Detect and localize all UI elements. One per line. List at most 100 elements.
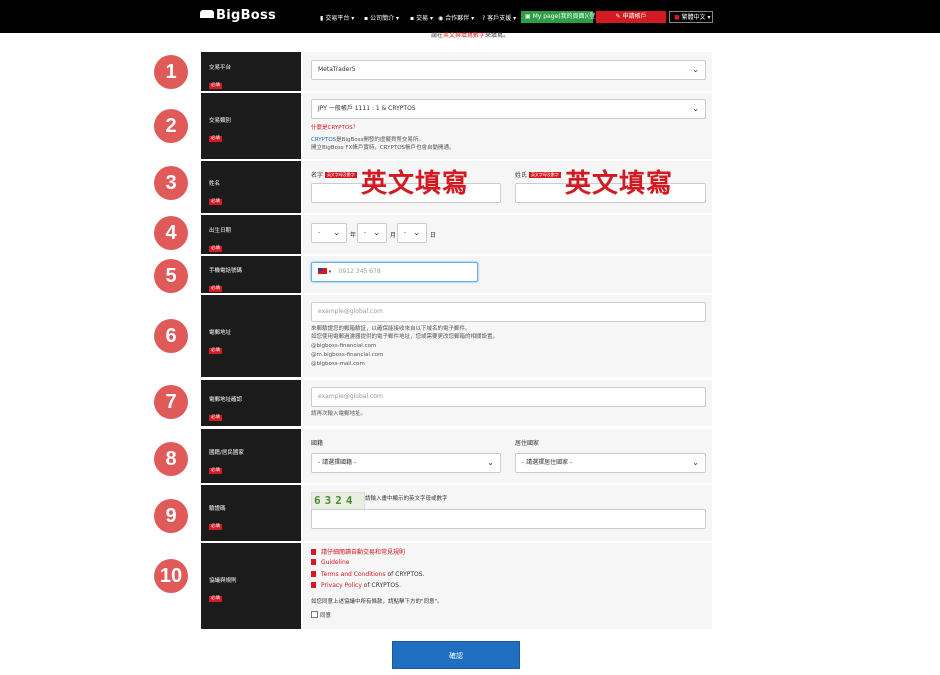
phone-field-cell: ▾ 0912 345 678 bbox=[303, 256, 712, 293]
account-type-label-cell: 交易類別 必填 bbox=[201, 93, 301, 159]
briefcase-icon: ▪ bbox=[410, 15, 415, 22]
flag-icon: ■ bbox=[674, 14, 680, 21]
required-badge: 必填 bbox=[209, 348, 222, 354]
email-input[interactable]: example@global.com bbox=[311, 302, 706, 322]
privacy-link[interactable]: Privacy Policy bbox=[321, 582, 362, 589]
name-field-cell: 名字 英文字母及數字 姓氏 英文字母及數字 英文填寫 英文填寫 bbox=[303, 161, 712, 213]
step-8-badge: 8 bbox=[154, 442, 188, 476]
email-domain-2: @m.bigboss-financial.com bbox=[311, 352, 384, 358]
nav-item-partners[interactable]: ◉ 合作夥伴 ▾ bbox=[438, 13, 474, 22]
step-6-badge: 6 bbox=[154, 319, 188, 353]
question-icon: ? bbox=[482, 15, 486, 22]
step-5-badge: 5 bbox=[154, 259, 188, 293]
cryptos-link[interactable]: CRYPTOS bbox=[311, 137, 336, 143]
terms-link[interactable]: Terms and Conditions bbox=[321, 571, 386, 578]
day-unit-label: 日 bbox=[430, 232, 437, 239]
nationality-label: 國籍 bbox=[311, 440, 324, 447]
step-1-badge: 1 bbox=[154, 55, 188, 89]
chevron-down-icon: ⌄ bbox=[333, 228, 340, 237]
phone-label-cell: 手機電話號碼 必填 bbox=[201, 256, 301, 293]
residence-select[interactable]: - 請選擇居住國家 - ⌄ bbox=[515, 453, 706, 473]
email-confirm-input[interactable]: example@global.com bbox=[311, 387, 706, 407]
step-10-badge: 10 bbox=[154, 559, 188, 593]
nationality-field-cell: 國籍 居住國家 - 請選擇國籍 - ⌄ - 請選擇居住國家 - ⌄ bbox=[303, 429, 712, 483]
account-type-select[interactable]: JPY 一般帳戶 1111 : 1 & CRYPTOS ⌄ bbox=[311, 99, 706, 119]
email-confirm-label-cell: 電郵地址確認 必填 bbox=[201, 380, 301, 426]
mypage-login-button[interactable]: ▣ My page(我的頁面)(登入) bbox=[521, 11, 604, 23]
chevron-down-icon: ⌄ bbox=[487, 458, 494, 467]
platform-select[interactable]: MetaTrader5 ⌄ bbox=[311, 60, 706, 80]
handshake-icon: ◉ bbox=[438, 15, 444, 22]
captcha-hint: 請輸入畫中顯示的英文字母或數字 bbox=[365, 496, 448, 502]
required-badge: 必填 bbox=[209, 286, 222, 292]
account-type-field-cell: JPY 一般帳戶 1111 : 1 & CRYPTOS ⌄ 什麼是CRYPTOS？… bbox=[303, 93, 712, 159]
lock-icon: ▣ bbox=[525, 13, 533, 20]
email-field-cell: example@global.com 來郵驗證您的郵箱驗証，以確保能接收來自以下… bbox=[303, 295, 712, 377]
required-badge: 必填 bbox=[209, 596, 222, 602]
last-name-label: 姓氏 英文字母及數字 bbox=[515, 172, 561, 179]
doc-item-guideline: Guideline bbox=[311, 559, 349, 566]
top-navbar: BigBoss ▮ 交易平台 ▾ ▪ 公司簡介 ▾ ▪ 交易 ▾ ◉ 合作夥伴 ▾ ? 客… bbox=[0, 0, 940, 33]
form-notice: 請在英文與填寫數字來填寫。 bbox=[430, 32, 510, 39]
nav-item-support[interactable]: ? 客戶支援 ▾ bbox=[482, 13, 516, 22]
chevron-down-icon: ⌄ bbox=[373, 228, 380, 237]
pdf-icon bbox=[311, 559, 316, 565]
required-badge: 必填 bbox=[209, 415, 222, 421]
nav-item-platform[interactable]: ▮ 交易平台 ▾ bbox=[320, 13, 354, 22]
nav-item-trade[interactable]: ▪ 交易 ▾ bbox=[410, 13, 433, 22]
bigboss-logo[interactable]: BigBoss bbox=[200, 8, 276, 23]
language-select[interactable]: ■ 繁體中文 ▾ bbox=[669, 11, 713, 23]
first-name-label: 名字 英文字母及數字 bbox=[311, 172, 357, 179]
email-label-cell: 電郵地址 必填 bbox=[201, 295, 301, 377]
nationality-select[interactable]: - 請選擇國籍 - ⌄ bbox=[311, 453, 501, 473]
email-confirm-note: 請再次輸入電郵地址。 bbox=[311, 411, 367, 417]
captcha-image: 6324 bbox=[311, 492, 365, 510]
rules-link[interactable]: 請仔細閱讀自動交易和常見規則 bbox=[321, 549, 405, 556]
logo-text: BigBoss bbox=[216, 8, 277, 23]
dob-label-cell: 出生日期 必填 bbox=[201, 215, 301, 254]
open-account-button[interactable]: ✎ 申請帳戶 bbox=[596, 11, 666, 23]
what-is-cryptos-link[interactable]: 什麼是CRYPTOS？ bbox=[311, 124, 358, 133]
country-flag-icon[interactable] bbox=[318, 268, 327, 274]
month-unit-label: 月 bbox=[390, 232, 397, 239]
chevron-down-icon: ⌄ bbox=[692, 104, 699, 113]
email-domain-1: @bigboss-financial.com bbox=[311, 343, 377, 349]
step-4-badge: 4 bbox=[154, 216, 188, 250]
dob-month-select[interactable]: - ⌄ bbox=[357, 223, 387, 243]
email-confirm-field-cell: example@global.com 請再次輸入電郵地址。 bbox=[303, 380, 712, 426]
platform-label-cell: 交易平台 必填 bbox=[201, 52, 301, 91]
email-note-2: 如您使用電郵過濾器提供的電子郵件地址，您或需要更改您郵箱的相關設置。 bbox=[311, 334, 499, 340]
agreements-label-cell: 協議與規則 必填 bbox=[201, 543, 301, 629]
agreement-note: 如您同意上述協議中所有條款，請點擊下方的"同意"。 bbox=[311, 599, 443, 605]
name-label-cell: 姓名 必填 bbox=[201, 161, 301, 213]
platform-field-cell: MetaTrader5 ⌄ bbox=[303, 52, 712, 91]
email-domain-3: @bigboss-mail.com bbox=[311, 361, 365, 367]
dob-day-select[interactable]: - ⌄ bbox=[397, 223, 427, 243]
required-badge: 必填 bbox=[209, 199, 222, 205]
step-3-badge: 3 bbox=[154, 166, 188, 200]
required-badge: 必填 bbox=[209, 246, 222, 252]
captcha-label-cell: 驗證碼 必填 bbox=[201, 485, 301, 541]
pdf-icon bbox=[311, 582, 316, 588]
agree-checkbox-row[interactable]: 同意 bbox=[311, 611, 331, 621]
dob-field-cell: - ⌄ 年 - ⌄ 月 - ⌄ 日 bbox=[303, 215, 712, 254]
captcha-input[interactable] bbox=[311, 509, 706, 529]
dob-year-select[interactable]: - ⌄ bbox=[311, 223, 347, 243]
submit-button[interactable]: 確認 bbox=[392, 641, 520, 669]
captcha-field-cell: 6324 請輸入畫中顯示的英文字母或數字 bbox=[303, 485, 712, 541]
hat-icon bbox=[200, 10, 214, 18]
nav-item-company[interactable]: ▪ 公司簡介 ▾ bbox=[364, 13, 399, 22]
phone-input[interactable]: ▾ 0912 345 678 bbox=[311, 262, 478, 282]
cryptos-info-line2: 開立BigBoss FX帳戶實時，CRYPTOS帳戶也會自動開通。 bbox=[311, 145, 455, 151]
guideline-link[interactable]: Guideline bbox=[321, 559, 349, 566]
step-9-badge: 9 bbox=[154, 499, 188, 533]
agree-checkbox[interactable] bbox=[311, 611, 318, 618]
required-badge: 必填 bbox=[209, 524, 222, 530]
chevron-down-icon: ⌄ bbox=[413, 228, 420, 237]
agreements-field-cell: 請仔細閱讀自動交易和常見規則 Guideline Terms and Condi… bbox=[303, 543, 712, 629]
doc-item-terms: Terms and Conditions of CRYPTOS. bbox=[311, 571, 425, 578]
step-7-badge: 7 bbox=[154, 385, 188, 419]
last-name-overlay-text: 英文填寫 bbox=[565, 169, 674, 199]
pdf-icon bbox=[311, 571, 316, 577]
chevron-down-icon: ⌄ bbox=[692, 458, 699, 467]
